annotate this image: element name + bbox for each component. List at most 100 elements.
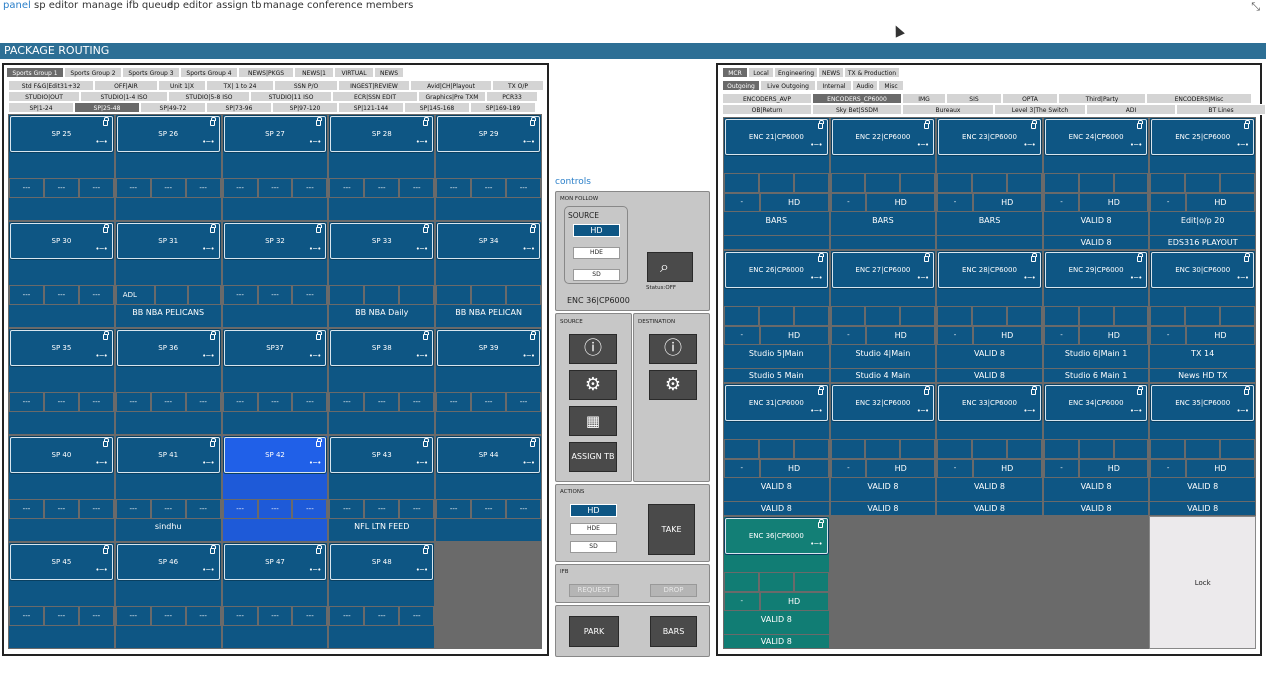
encoder-cell-header[interactable]: ENC 22|CP6000 •─•: [831, 119, 935, 155]
encoder-cell[interactable]: ENC 33|CP6000 •─• - HD VALID 8 VALID 8: [936, 383, 1043, 516]
tab-studio-5-8-iso[interactable]: STUDIO|5-8 ISO: [168, 91, 250, 102]
tab-unit-1-x[interactable]: Unit 1|X: [158, 80, 206, 91]
request-button[interactable]: REQUEST: [569, 584, 619, 597]
tab-mcr[interactable]: MCR: [722, 67, 748, 78]
sp-cell[interactable]: SP 33 •─• BB NBA Daily: [328, 221, 436, 328]
take-button[interactable]: TAKE: [648, 504, 695, 555]
tab-sp-73-96[interactable]: SP|73-96: [206, 102, 272, 113]
lock-panel[interactable]: Lock: [1149, 516, 1256, 649]
lock-icon[interactable]: [209, 331, 216, 340]
sp-cell[interactable]: SP 46 •─• --- --- ---: [114, 542, 222, 649]
hd-button[interactable]: HD: [573, 224, 620, 237]
sp-cell-header[interactable]: SP 36 •─•: [116, 330, 220, 366]
assign-tb-button[interactable]: ASSIGN TB: [569, 442, 617, 472]
sp-cell-header[interactable]: SP 33 •─•: [330, 223, 434, 259]
encoder-cell[interactable]: ENC 25|CP6000 •─• - HD Edit|o/p 20 EDS316 PLA…: [1149, 117, 1256, 250]
dest-settings-button[interactable]: ⚙: [649, 370, 697, 400]
sp-cell-header[interactable]: SP 40 •─•: [10, 437, 113, 473]
lock-icon[interactable]: [924, 386, 931, 395]
tab-misc[interactable]: Misc: [878, 80, 904, 91]
encoder-cell[interactable]: ENC 32|CP6000 •─• - HD VALID 8 VALID 8: [829, 383, 937, 516]
sp-cell-header[interactable]: SP 46 •─•: [116, 544, 220, 580]
sp-cell-header[interactable]: SP 43 •─•: [330, 437, 434, 473]
tab-encoders-cp6000[interactable]: ENCODERS_CP6000: [812, 93, 902, 104]
tab-pcr33[interactable]: PCR33: [486, 91, 538, 102]
tab-sp-25-48[interactable]: SP|25-48: [74, 102, 140, 113]
sp-cell[interactable]: SP 44 •─• --- --- ---: [435, 435, 542, 542]
actions-hde-button[interactable]: HDE: [570, 523, 617, 535]
sp-cell[interactable]: SP 35 •─• --- --- ---: [8, 328, 115, 435]
tab-internal[interactable]: Internal: [816, 80, 852, 91]
lock-icon[interactable]: [209, 117, 216, 126]
tab-sp-49-72[interactable]: SP|49-72: [140, 102, 206, 113]
encoder-cell-header[interactable]: ENC 28|CP6000 •─•: [938, 252, 1041, 288]
sp-cell-header[interactable]: SP 26 •─•: [116, 116, 220, 152]
sp-cell-header[interactable]: SP 38 •─•: [330, 330, 434, 366]
lock-icon[interactable]: [817, 386, 824, 395]
encoder-cell[interactable]: ENC 22|CP6000 •─• - HD BARS: [829, 117, 937, 250]
tab-bt-lines[interactable]: BT Lines: [1176, 104, 1266, 115]
encoder-cell-header[interactable]: ENC 23|CP6000 •─•: [938, 119, 1041, 155]
tab-off-air[interactable]: OFF|AIR: [94, 80, 158, 91]
tab-ingest-review[interactable]: INGEST|REVIEW: [338, 80, 410, 91]
tab-encoders-misc[interactable]: ENCODERS|Misc: [1146, 93, 1252, 104]
sp-cell[interactable]: SP 48 •─• --- --- ---: [328, 542, 436, 649]
lock-icon[interactable]: [1137, 120, 1144, 129]
tab-tx-1-to-24[interactable]: TX| 1 to 24: [206, 80, 274, 91]
encoder-cell[interactable]: ENC 34|CP6000 •─• - HD VALID 8 VALID 8: [1042, 383, 1150, 516]
sp-cell-header[interactable]: SP 35 •─•: [10, 330, 113, 366]
tab-encoders-avp[interactable]: ENCODERS_AVP: [722, 93, 812, 104]
lock-icon[interactable]: [1030, 120, 1037, 129]
tab-level-3-the-switch[interactable]: Level 3|The Switch: [994, 104, 1086, 115]
tab-sports-group-2[interactable]: Sports Group 2: [64, 67, 122, 78]
encoder-cell[interactable]: ENC 28|CP6000 •─• - HD VALID 8 VALID 8: [936, 250, 1043, 383]
sp-cell[interactable]: SP 36 •─• --- --- ---: [114, 328, 222, 435]
lock-icon[interactable]: [316, 545, 323, 554]
sp-cell-header[interactable]: SP 32 •─•: [223, 223, 327, 259]
tab-sky-bet-ssdm[interactable]: Sky Bet|SSDM: [812, 104, 902, 115]
lock-icon[interactable]: [102, 117, 109, 126]
encoder-cell-header[interactable]: ENC 25|CP6000 •─•: [1151, 119, 1254, 155]
lock-icon[interactable]: [102, 331, 109, 340]
hde-button[interactable]: HDE: [573, 247, 620, 259]
fullscreen-icon[interactable]: ⤡: [1251, 0, 1260, 14]
encoder-cell-header[interactable]: ENC 34|CP6000 •─•: [1044, 385, 1148, 421]
tab-sp-1-24[interactable]: SP|1-24: [8, 102, 74, 113]
sp-cell[interactable]: SP 43 •─• --- --- --- NFL LTN FEED: [328, 435, 436, 542]
sp-cell[interactable]: SP 38 •─• --- --- ---: [328, 328, 436, 435]
encoder-cell-header[interactable]: ENC 27|CP6000 •─•: [831, 252, 935, 288]
sp-cell-header[interactable]: SP 30 •─•: [10, 223, 113, 259]
bars-button[interactable]: BARS: [650, 616, 697, 647]
encoder-cell-header[interactable]: ENC 30|CP6000 •─•: [1151, 252, 1254, 288]
nav-manage-conference-members[interactable]: manage conference members: [263, 0, 413, 11]
encoder-cell-header[interactable]: ENC 32|CP6000 •─•: [831, 385, 935, 421]
sp-cell-header[interactable]: SP 25 •─•: [10, 116, 113, 152]
nav-sp-editor[interactable]: sp editor: [34, 0, 78, 11]
tab-sports-group-4[interactable]: Sports Group 4: [180, 67, 238, 78]
lock-icon[interactable]: [316, 117, 323, 126]
sp-cell[interactable]: SP 25 •─• --- --- ---: [8, 114, 115, 221]
sp-cell[interactable]: SP 39 •─• --- --- ---: [435, 328, 542, 435]
actions-sd-button[interactable]: SD: [570, 541, 617, 553]
tab-opta[interactable]: OPTA: [1002, 93, 1058, 104]
sp-cell[interactable]: SP 26 •─• --- --- ---: [114, 114, 222, 221]
sp-cell-header[interactable]: SP 28 •─•: [330, 116, 434, 152]
lock-icon[interactable]: [817, 519, 824, 528]
tab-sports-group-1[interactable]: Sports Group 1: [6, 67, 64, 78]
encoder-cell[interactable]: ENC 29|CP6000 •─• - HD Studio 6|Main 1 Studio…: [1042, 250, 1150, 383]
tab-sp-169-189[interactable]: SP|169-189: [470, 102, 536, 113]
sp-cell[interactable]: SP 47 •─• --- --- ---: [221, 542, 329, 649]
lock-icon[interactable]: [530, 117, 536, 126]
tab-tx-production[interactable]: TX & Production: [844, 67, 900, 78]
encoder-cell[interactable]: ENC 24|CP6000 •─• - HD VALID 8 VALID 8: [1042, 117, 1150, 250]
lock-icon[interactable]: [102, 224, 109, 233]
encoder-cell[interactable]: ENC 21|CP6000 •─• - HD BARS: [723, 117, 830, 250]
status-button[interactable]: ⌕: [647, 252, 693, 282]
encoder-cell[interactable]: ENC 30|CP6000 •─• - HD TX 14 News HD TX: [1149, 250, 1256, 383]
tab-live-outgoing[interactable]: Live Outgoing: [760, 80, 816, 91]
sp-cell-header[interactable]: SP 29 •─•: [437, 116, 540, 152]
lock-icon[interactable]: [817, 120, 824, 129]
lock-icon[interactable]: [1243, 120, 1250, 129]
sp-cell[interactable]: SP 45 •─• --- --- ---: [8, 542, 115, 649]
lock-icon[interactable]: [530, 438, 536, 447]
